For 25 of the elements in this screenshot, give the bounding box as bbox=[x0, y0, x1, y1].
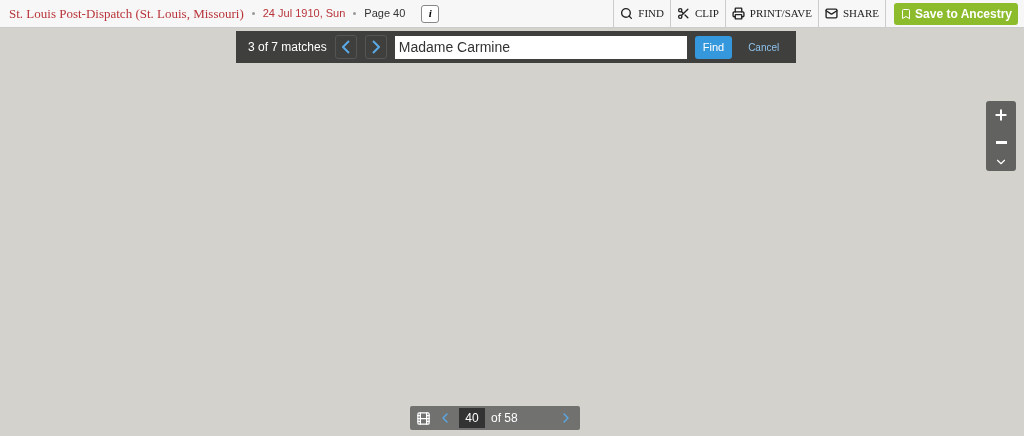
bookmark-icon bbox=[900, 7, 913, 20]
envelope-icon bbox=[825, 7, 838, 20]
previous-match-button[interactable] bbox=[334, 35, 357, 59]
page-label: Page 40 bbox=[364, 6, 406, 22]
publication-title: St. Louis Post-Dispatch (St. Louis, Missouri) bbox=[9, 4, 244, 23]
film-strip-icon[interactable] bbox=[416, 410, 431, 426]
match-count: 3 of 7 matches bbox=[248, 39, 327, 56]
search-field[interactable]: Madame Carmine bbox=[394, 35, 687, 59]
info-button[interactable]: i bbox=[421, 4, 440, 23]
printer-icon bbox=[731, 7, 745, 20]
chevron-left-icon bbox=[341, 40, 350, 54]
issue-date: 24 Jul 1910, Sun bbox=[262, 6, 346, 22]
search-icon bbox=[620, 7, 634, 20]
minus-icon bbox=[995, 140, 1007, 144]
toolbar-button[interactable]: PRINT/SAVE bbox=[724, 0, 818, 27]
chevron-right-icon bbox=[371, 40, 380, 54]
next-match-button[interactable] bbox=[364, 35, 387, 59]
plus-icon bbox=[993, 107, 1009, 123]
cancel-link[interactable]: Cancel bbox=[748, 39, 780, 55]
toolbar-button[interactable]: FIND bbox=[613, 0, 670, 27]
page-number-field[interactable]: 40 bbox=[459, 408, 485, 428]
scissors-icon bbox=[677, 7, 690, 20]
page-total: of 58 bbox=[491, 410, 518, 427]
toolbar-button[interactable]: CLIP bbox=[670, 0, 725, 27]
toolbar-button[interactable]: SHARE bbox=[818, 0, 886, 27]
